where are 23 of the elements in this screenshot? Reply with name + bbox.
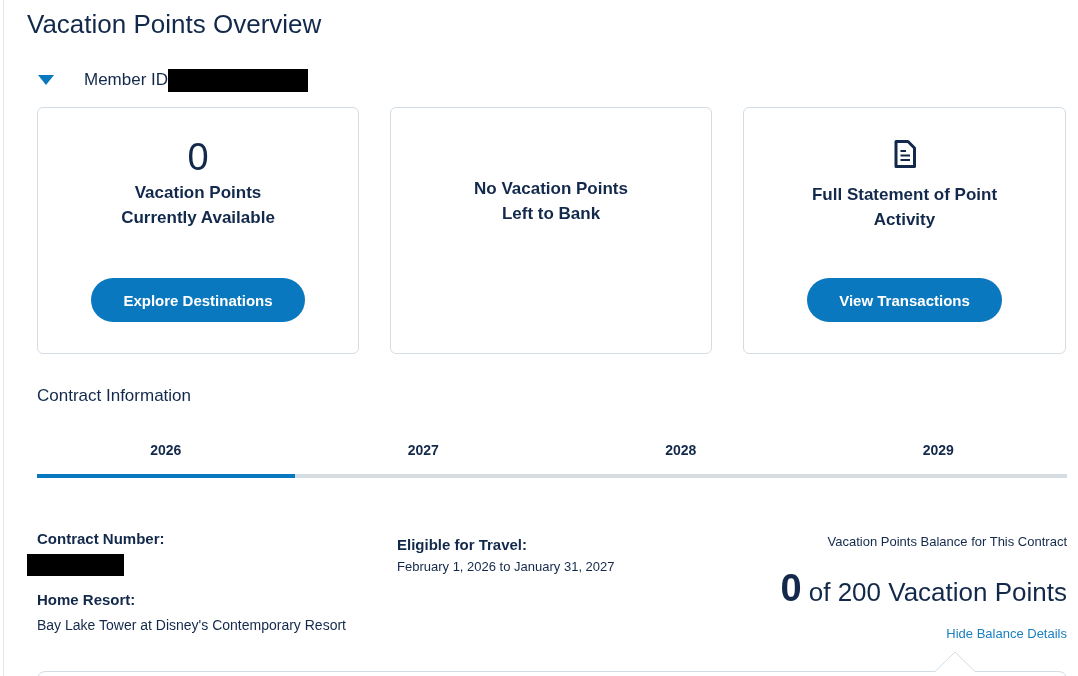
- field-label: Home Resort:: [37, 590, 136, 610]
- card-heading: Full Statement of Point Activity: [811, 184, 998, 231]
- card-heading: No Vacation Points Left to Bank: [474, 178, 628, 225]
- member-id-label: Member ID: [84, 69, 169, 91]
- section-heading: Contract Information: [37, 385, 191, 407]
- year-tab[interactable]: 2027: [294, 430, 552, 478]
- caret-down-icon[interactable]: [38, 75, 54, 85]
- action-button[interactable]: View Transactions: [807, 278, 1002, 322]
- card-heading: Vacation Points Currently Available: [121, 182, 275, 229]
- hide-details-link[interactable]: Hide Balance Details: [946, 625, 1067, 643]
- year-tab[interactable]: 2029: [809, 430, 1067, 478]
- balance-label: Vacation Points Balance for This Contract: [827, 534, 1067, 550]
- points-count: 0: [187, 137, 209, 177]
- action-button[interactable]: Explore Destinations: [91, 278, 305, 322]
- document-icon: [893, 140, 916, 168]
- year-tab[interactable]: 2028: [552, 430, 810, 478]
- year-tab[interactable]: 2026: [37, 430, 295, 478]
- field-value: Bay Lake Tower at Disney's Contemporary Resort: [37, 616, 346, 635]
- field-value: February 1, 2026 to January 31, 2027: [397, 558, 615, 576]
- page-title: Vacation Points Overview: [27, 8, 322, 40]
- balance-amount: 0 of 200 Vacation Points: [780, 566, 1067, 611]
- field-label: Eligible for Travel:: [397, 535, 528, 555]
- field-label: Contract Number:: [37, 529, 165, 549]
